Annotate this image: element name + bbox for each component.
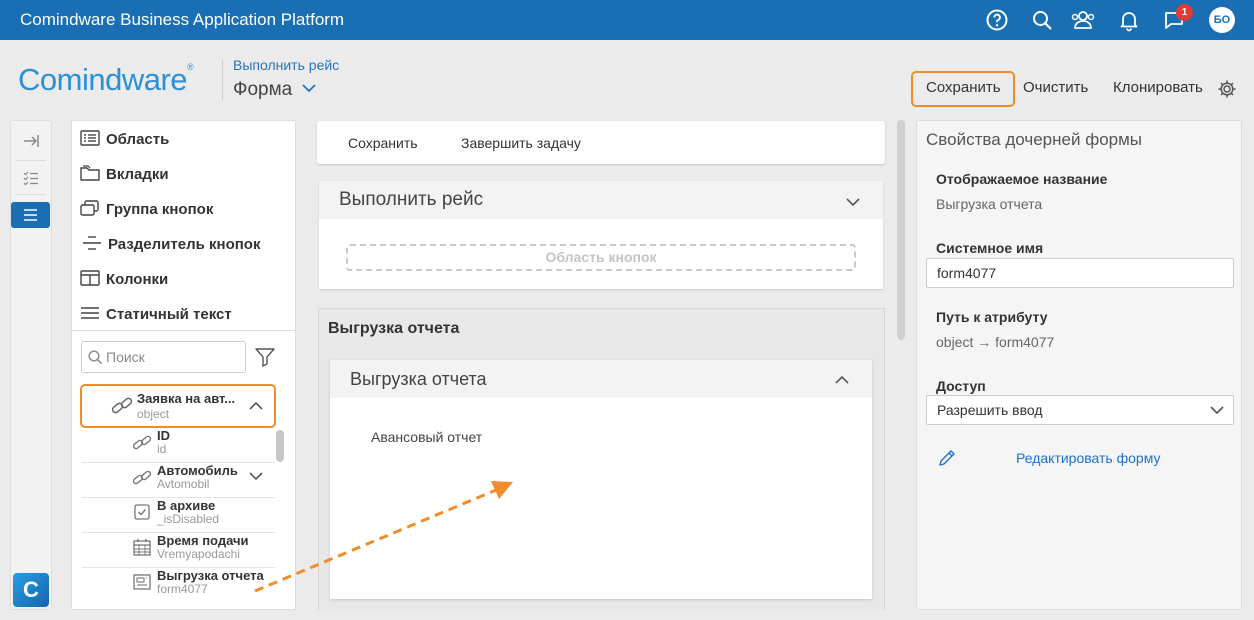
checkbox-icon [134, 504, 150, 520]
collapse-panel-icon[interactable] [11, 129, 51, 153]
chevron-down-icon[interactable] [1210, 403, 1224, 417]
breadcrumb[interactable]: Выполнить рейс [233, 57, 339, 73]
components-tab[interactable] [11, 202, 50, 228]
component-tabs[interactable]: Вкладки [80, 165, 169, 183]
tree-item-system-name: id [157, 442, 167, 456]
avatar[interactable]: БО [1209, 7, 1235, 33]
form-title-text: Форма [233, 79, 293, 100]
access-value: Разрешить ввод [937, 402, 1043, 418]
finish-task-button[interactable]: Завершить задачу [461, 135, 581, 151]
header-divider [222, 60, 223, 100]
registered-mark: ® [187, 62, 194, 72]
component-label: Разделитель кнопок [108, 236, 261, 253]
button-group-icon [80, 200, 99, 216]
form-icon [133, 574, 151, 590]
search-icon[interactable] [1030, 8, 1054, 32]
component-label: Колонки [106, 271, 169, 288]
component-columns[interactable]: Колонки [80, 270, 168, 288]
rail-divider [16, 160, 46, 161]
calendar-icon [133, 539, 151, 556]
tree-item-name: Выгрузка отчета [157, 568, 264, 583]
gear-icon[interactable] [1217, 79, 1237, 99]
menu-icon [24, 209, 37, 221]
tree-item-name: Время подачи [157, 533, 249, 548]
child-form-title: Выгрузка отчета [350, 369, 487, 389]
properties-title: Свойства дочерней формы [926, 130, 1143, 149]
component-label: Область [106, 131, 170, 148]
clear-button[interactable]: Очистить [1023, 79, 1088, 96]
component-label: Статичный текст [106, 306, 232, 323]
button-separator-icon [83, 236, 101, 250]
section-title: Выгрузка отчета [328, 320, 460, 337]
tree-item-system-name: _isDisabled [157, 512, 220, 526]
tree-scrollbar[interactable] [276, 430, 284, 462]
link-icon [132, 470, 152, 485]
checklist-icon[interactable] [11, 166, 51, 190]
component-button-separator[interactable]: Разделитель кнопок [82, 235, 260, 253]
center-scrollbar[interactable] [897, 120, 905, 340]
static-text-icon [81, 307, 99, 319]
area-icon [80, 130, 100, 146]
tree-item-name: ID [157, 428, 170, 443]
logo: Comindware® [18, 62, 194, 98]
access-label: Доступ [936, 378, 986, 394]
bell-icon[interactable] [1117, 8, 1141, 32]
chevron-down-icon [301, 84, 316, 93]
logo-text: Comindware [18, 62, 188, 97]
help-icon[interactable] [985, 8, 1009, 32]
save-button-highlight [911, 71, 1015, 107]
rail-divider [16, 194, 46, 195]
form-title[interactable]: Форма [233, 79, 316, 101]
button-area-label: Область кнопок [545, 249, 657, 265]
users-icon[interactable] [1070, 8, 1096, 32]
component-area[interactable]: Область [80, 130, 169, 148]
tree-row[interactable] [82, 428, 275, 463]
app-title: Comindware Business Application Platform [20, 10, 345, 29]
tree-root-highlight [80, 384, 276, 428]
system-name-label: Системное имя [936, 240, 1044, 256]
notification-badge: 1 [1176, 4, 1193, 21]
component-button-group[interactable]: Группа кнопок [80, 200, 213, 218]
form-save-button[interactable]: Сохранить [348, 135, 418, 151]
tree-item-system-name: form4077 [157, 582, 208, 596]
display-name-label: Отображаемое название [936, 171, 1108, 187]
system-name-value: form4077 [937, 265, 997, 281]
display-name-value: Выгрузка отчета [936, 196, 1043, 212]
component-label: Группа кнопок [106, 201, 214, 218]
tree-item-system-name: Vremyapodachi [157, 547, 240, 561]
search-placeholder: Поиск [106, 349, 145, 365]
attribute-path-value: object → form4077 [936, 334, 1055, 350]
chevron-down-icon[interactable] [846, 195, 860, 209]
section-title: Выполнить рейс [339, 189, 484, 210]
pencil-icon[interactable] [938, 449, 956, 467]
clone-button[interactable]: Клонировать [1113, 79, 1203, 96]
properties-panel [916, 120, 1242, 610]
component-label: Вкладки [106, 166, 169, 183]
chevron-up-icon[interactable] [835, 373, 849, 387]
component-static-text[interactable]: Статичный текст [80, 305, 232, 323]
child-form-content: Авансовый отчет [371, 429, 483, 445]
edit-form-link[interactable]: Редактировать форму [1016, 450, 1160, 466]
link-icon [132, 435, 152, 450]
panel-divider [71, 330, 296, 331]
chevron-down-icon[interactable] [249, 469, 263, 483]
tree-item-name: В архиве [157, 498, 216, 513]
tabs-icon [80, 165, 100, 181]
attribute-path-label: Путь к атрибуту [936, 309, 1048, 325]
comindware-app-icon[interactable]: C [13, 573, 49, 607]
filter-icon[interactable] [254, 346, 276, 368]
columns-icon [80, 270, 100, 286]
tree-item-system-name: Avtomobil [157, 477, 210, 491]
tree-item-name: Автомобиль [157, 463, 238, 478]
search-icon [88, 350, 103, 365]
